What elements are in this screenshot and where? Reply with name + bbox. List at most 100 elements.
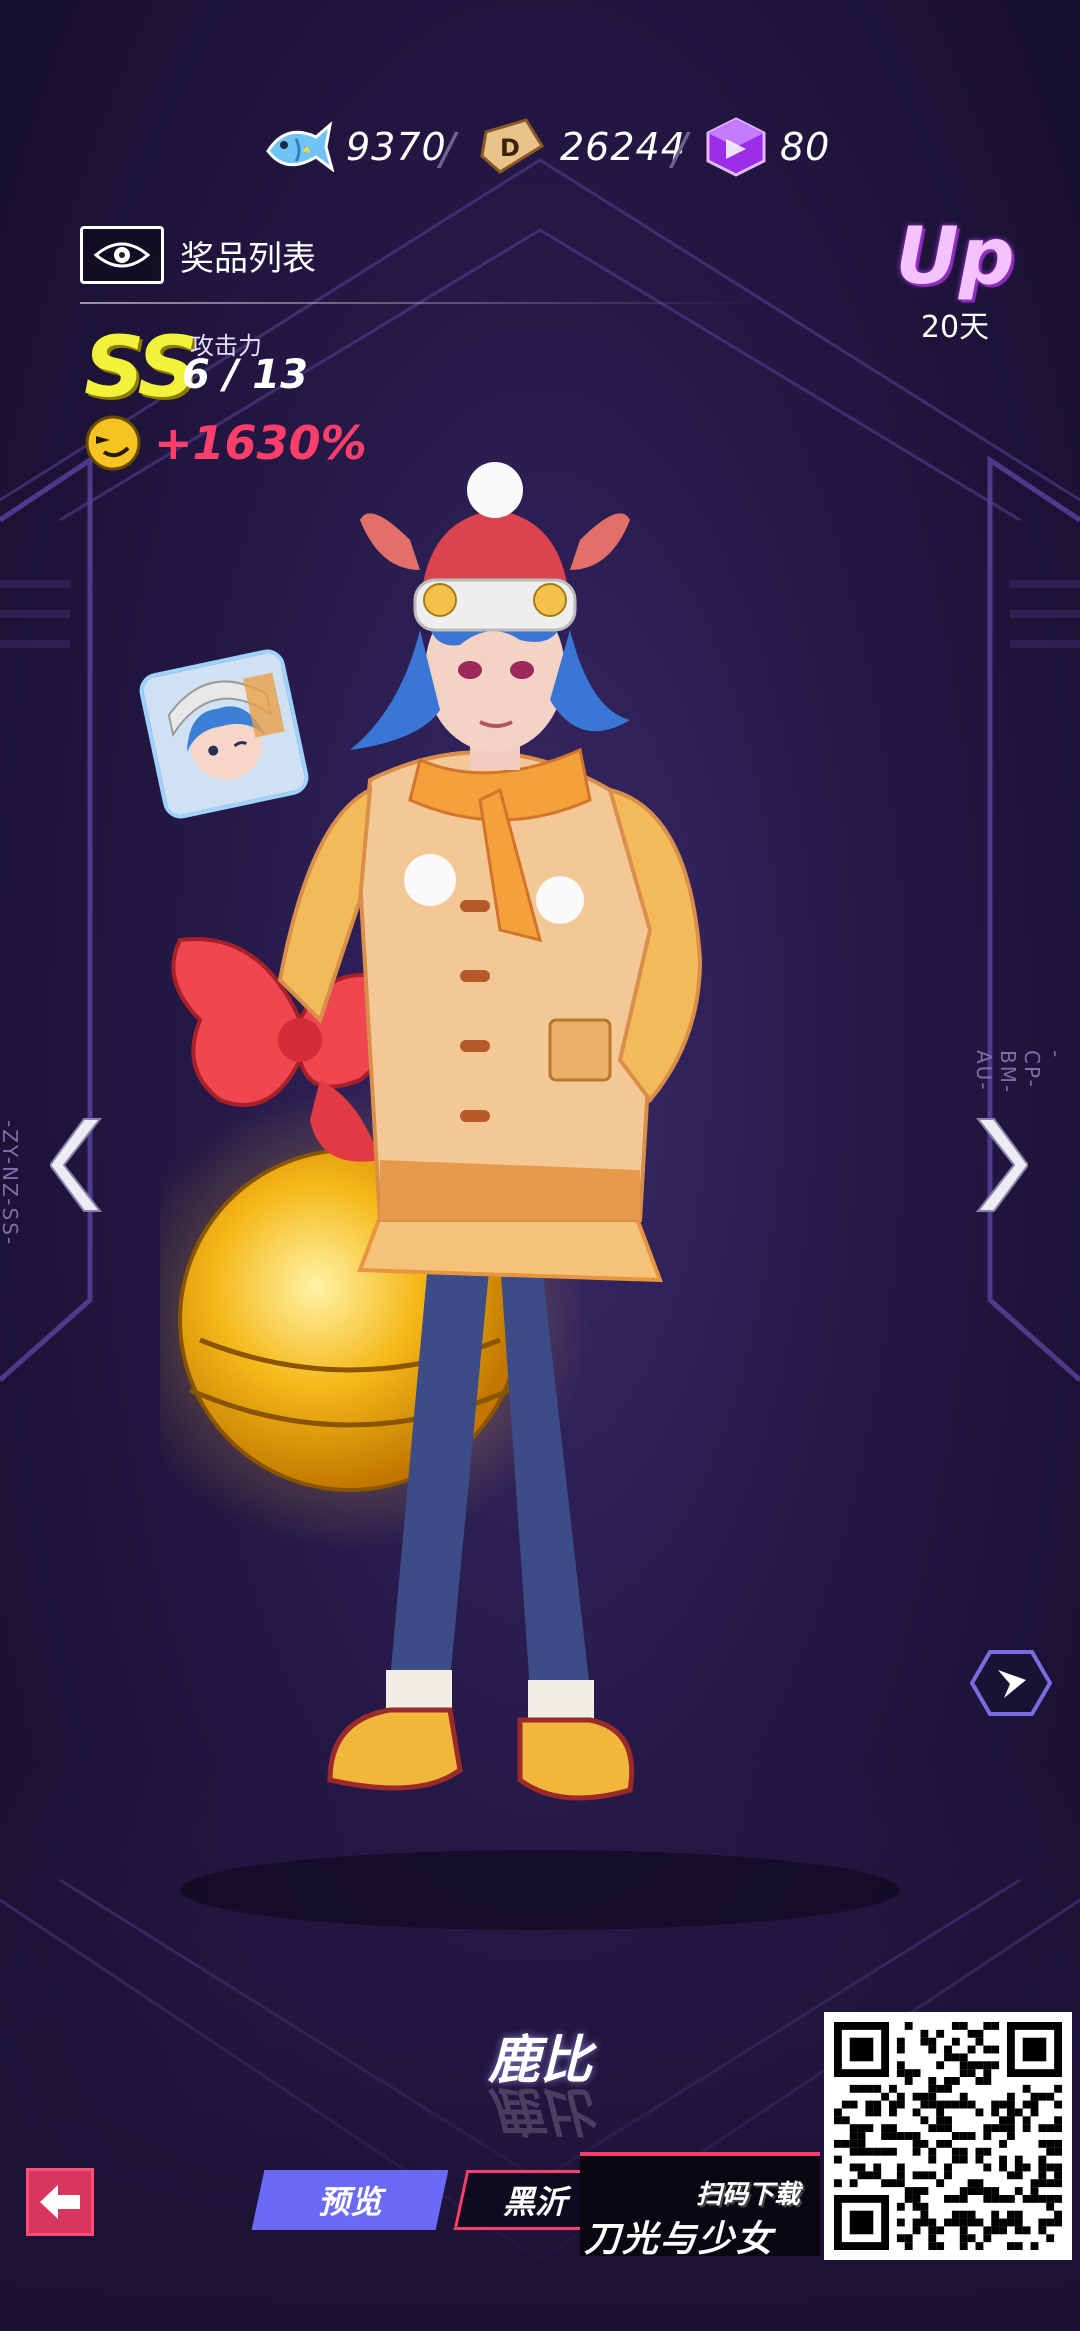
qr-module — [928, 2234, 937, 2243]
qr-module — [928, 2124, 937, 2133]
qr-module — [857, 2124, 866, 2133]
qr-module — [1030, 2092, 1039, 2101]
qr-module — [920, 2202, 929, 2211]
qr-module — [983, 2061, 992, 2070]
qr-module — [1014, 2242, 1023, 2250]
qr-module — [1006, 2124, 1015, 2133]
qr-module — [1038, 2226, 1047, 2235]
qr-module — [983, 2187, 992, 2195]
qr-module — [834, 2139, 842, 2148]
separator: / — [440, 124, 455, 175]
qr-module — [920, 2210, 929, 2219]
qr-module — [959, 2218, 968, 2227]
qr-module — [944, 2084, 952, 2093]
qr-module — [865, 2171, 874, 2180]
qr-module — [849, 2179, 858, 2188]
fish-icon — [266, 121, 334, 173]
qr-module — [873, 2100, 882, 2109]
qr-module — [857, 2163, 866, 2172]
up-days-remaining: 20天 — [920, 310, 990, 345]
currency-purple-cube: 80 — [704, 112, 830, 182]
qr-module — [975, 2077, 984, 2085]
qr-module — [967, 2029, 976, 2038]
qr-module — [944, 2171, 952, 2180]
qr-module — [999, 2139, 1007, 2148]
qr-module — [991, 2061, 1000, 2070]
qr-module — [881, 2092, 890, 2101]
qr-module — [1030, 2194, 1039, 2203]
qr-module — [967, 2100, 976, 2109]
qr-module — [1046, 2163, 1055, 2172]
qr-module — [1006, 2108, 1015, 2117]
qr-module — [1054, 2210, 1062, 2219]
qr-module — [928, 2171, 937, 2180]
qr-module — [1006, 2210, 1015, 2219]
next-character-arrow[interactable] — [968, 1115, 1028, 1215]
qr-module — [967, 2187, 976, 2195]
qr-module — [889, 2084, 897, 2093]
qr-module — [904, 2242, 913, 2250]
qr-module — [999, 2218, 1007, 2227]
qr-module — [896, 2132, 905, 2140]
qr-module — [920, 2187, 929, 2195]
up-event-badge[interactable]: Up 20天 — [890, 218, 1020, 346]
qr-module — [920, 2116, 929, 2125]
qr-module — [1030, 2100, 1039, 2109]
qr-module — [1046, 2218, 1055, 2227]
qr-module — [928, 2147, 937, 2156]
qr-module — [944, 2100, 952, 2109]
qr-module — [849, 2163, 858, 2172]
qr-module — [983, 2077, 992, 2085]
tab-preview-label: 预览 — [317, 2183, 382, 2221]
qr-module — [936, 2139, 945, 2148]
qr-module — [936, 2061, 945, 2070]
divider — [80, 302, 760, 304]
qr-module — [967, 2061, 976, 2070]
back-button[interactable] — [26, 2168, 94, 2236]
up-label: Up — [895, 212, 1015, 302]
qr-module — [889, 2132, 897, 2140]
qr-module — [1014, 2108, 1023, 2117]
qr-module — [912, 2171, 921, 2180]
qr-module — [983, 2069, 992, 2078]
qr-module — [1054, 2116, 1062, 2125]
qr-module — [873, 2171, 882, 2180]
qr-module — [1054, 2218, 1062, 2227]
qr-module — [1046, 2147, 1055, 2156]
qr-module — [928, 2155, 937, 2164]
qr-module — [1022, 2116, 1031, 2125]
qr-module — [928, 2077, 937, 2085]
qr-module — [999, 2194, 1007, 2203]
qr-module — [896, 2179, 905, 2188]
qr-module — [834, 2108, 842, 2117]
qr-module — [912, 2218, 921, 2227]
qr-module — [1054, 2100, 1062, 2109]
qr-module — [991, 2218, 1000, 2227]
qr-module — [896, 2163, 905, 2172]
qr-module — [999, 2163, 1007, 2172]
qr-module — [991, 2194, 1000, 2203]
qr-module — [928, 2226, 937, 2235]
tab-preview[interactable]: 预览 — [251, 2170, 449, 2230]
character-model — [160, 462, 703, 1801]
qr-module — [999, 2124, 1007, 2133]
previous-character-arrow[interactable] — [50, 1115, 110, 1215]
qr-module — [881, 2124, 890, 2133]
bonus-face-icon — [85, 415, 141, 471]
qr-module — [951, 2077, 960, 2085]
qr-module — [944, 2194, 952, 2203]
prize-list-button[interactable]: 奖品列表 — [80, 222, 340, 288]
qr-module — [881, 2132, 890, 2140]
svg-text:D: D — [500, 134, 520, 162]
qr-module — [912, 2202, 921, 2211]
skill-hexagon-icon[interactable] — [970, 1650, 1052, 1716]
qr-module — [928, 2045, 937, 2054]
qr-module — [928, 2242, 937, 2250]
qr-module — [841, 2116, 850, 2125]
qr-module — [991, 2100, 1000, 2109]
qr-module — [1054, 2147, 1062, 2156]
qr-module — [865, 2100, 874, 2109]
qr-module — [936, 2179, 945, 2188]
qr-module — [912, 2226, 921, 2235]
prize-list-label: 奖品列表 — [180, 238, 316, 279]
